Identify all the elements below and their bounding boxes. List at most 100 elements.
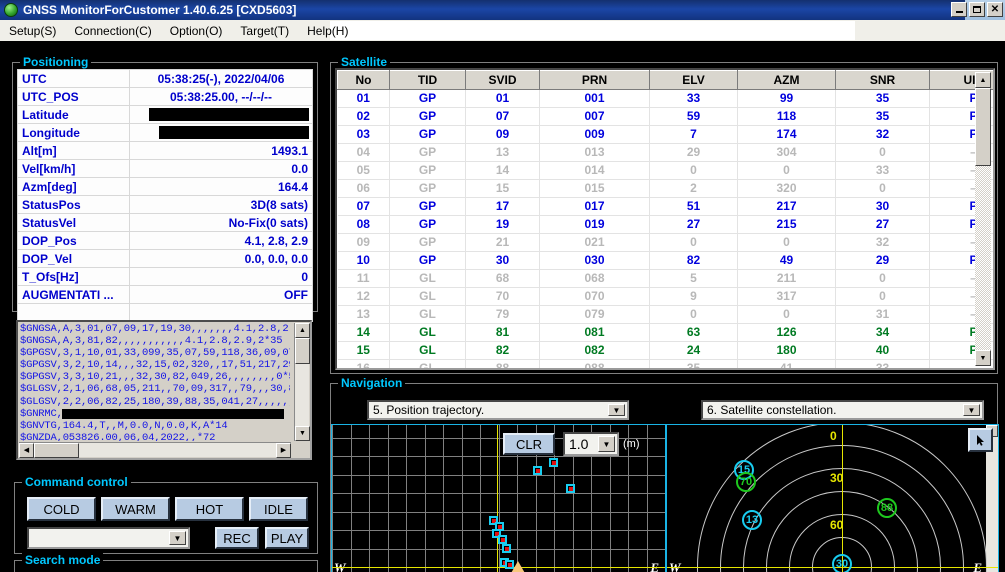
clr-button[interactable]: CLR — [503, 433, 555, 455]
nmea-log-line: $GNVTG,164.4,T,,M,0.0,N,0.0,K,A*14 — [20, 419, 228, 432]
table-row[interactable]: 13 GL 79 079 0 0 31– — [337, 305, 993, 324]
positioning-row: Latitude — [17, 105, 313, 124]
satellite-cell: 0 — [835, 179, 930, 198]
right-view-selector[interactable]: 6. Satellite constellation. ▼ — [701, 400, 984, 420]
positioning-row-value: 0 — [129, 267, 313, 286]
scroll-thumb-horizontal[interactable] — [34, 443, 79, 458]
elevation-label: 0 — [830, 429, 837, 443]
scroll-up-button[interactable]: ▲ — [975, 72, 991, 88]
satellite-cell: 35 — [649, 359, 738, 368]
table-row[interactable]: 11 GL 68 068 5 211 0– — [337, 269, 993, 288]
satellite-cell: 70 — [465, 287, 540, 306]
close-button[interactable]: ✕ — [987, 2, 1003, 17]
nmea-log-panel[interactable]: $GNGSA,A,3,01,07,09,17,19,30,,,,,,,4.1,2… — [16, 320, 312, 460]
table-row[interactable]: 06 GP 15 015 2 320 0– — [337, 179, 993, 198]
satellite-cell: 07 — [337, 197, 390, 216]
satellite-vertical-scrollbar[interactable]: ▲ ▼ — [975, 72, 991, 366]
nmea-log-text: $GNGSA,A,3,01,07,09,17,19,30,,,,,,,4.1,2… — [20, 323, 290, 441]
satellite-cell: 0 — [649, 305, 738, 324]
play-button[interactable]: PLAY — [265, 527, 309, 549]
scroll-down-button[interactable]: ▼ — [295, 426, 310, 441]
table-row[interactable]: 03 GP 09 009 7 174 32 P — [337, 125, 993, 144]
positioning-row — [17, 303, 313, 322]
scroll-thumb-vertical[interactable] — [295, 338, 310, 364]
table-row[interactable]: 04 GP 13 013 29 304 0– — [337, 143, 993, 162]
positioning-row: DOP_Pos 4.1, 2.8, 2.9 — [17, 231, 313, 250]
positioning-panel: Positioning UTC 05:38:25(-), 2022/04/06 UT… — [12, 55, 318, 322]
table-row[interactable]: 10 GP 30 030 82 49 29 P — [337, 251, 993, 270]
satellite-cell: 019 — [539, 215, 650, 234]
satellite-cell: 217 — [737, 197, 836, 216]
fix-point-center — [497, 524, 502, 529]
satellite-cell: GL — [389, 305, 466, 324]
menu-item-target[interactable]: Target(T) — [231, 22, 298, 40]
satellite-constellation-plot[interactable]: W E 0 30 60 15 70 13 88 30 — [666, 424, 999, 572]
command-combo[interactable]: ▼ — [27, 527, 190, 549]
satellite-cell: 0 — [737, 305, 836, 324]
menu-item-connection[interactable]: Connection(C) — [65, 22, 160, 40]
positioning-row-value — [129, 123, 313, 142]
chevron-down-icon[interactable]: ▼ — [963, 404, 980, 416]
table-row[interactable]: 16 GL 88 088 35 41 33– — [337, 359, 993, 368]
constellation-satellite-marker: 30 — [832, 554, 852, 572]
left-view-selector[interactable]: 5. Position trajectory. ▼ — [367, 400, 629, 420]
warm-start-button[interactable]: WARM — [101, 497, 170, 521]
maximize-button[interactable] — [969, 2, 985, 17]
satellite-column-header[interactable]: No — [337, 70, 390, 90]
positioning-row: DOP_Vel 0.0, 0.0, 0.0 — [17, 249, 313, 268]
satellite-cell: 0 — [835, 143, 930, 162]
table-row[interactable]: 09 GP 21 021 0 0 32– — [337, 233, 993, 252]
scroll-left-button[interactable]: ◀ — [19, 443, 34, 458]
table-row[interactable]: 01 GP 01 001 33 99 35 P — [337, 89, 993, 108]
hot-start-button[interactable]: HOT — [175, 497, 244, 521]
table-row[interactable]: 15 GL 82 082 24 180 40 P — [337, 341, 993, 360]
scroll-down-button[interactable]: ▼ — [975, 350, 991, 366]
satellite-cell: GP — [389, 197, 466, 216]
satellite-column-header[interactable]: PRN — [539, 70, 650, 90]
redaction-bar — [62, 408, 284, 419]
trajectory-fix-point — [533, 466, 542, 475]
idle-button[interactable]: IDLE — [249, 497, 308, 521]
table-row[interactable]: 14 GL 81 081 63 126 34 P — [337, 323, 993, 342]
positioning-row-value: No-Fix(0 sats) — [129, 213, 313, 232]
chevron-down-icon[interactable]: ▼ — [598, 436, 615, 452]
table-row[interactable]: 05 GP 14 014 0 0 33– — [337, 161, 993, 180]
chevron-down-icon[interactable]: ▼ — [169, 531, 186, 545]
satellite-column-header[interactable]: SVID — [465, 70, 540, 90]
cold-start-button[interactable]: COLD — [27, 497, 96, 521]
positioning-row-label: AUGMENTATI ... — [17, 285, 130, 304]
grid-line-horizontal — [332, 474, 665, 476]
pointer-tool-button[interactable] — [968, 428, 993, 452]
satellite-column-header[interactable]: ELV — [649, 70, 738, 90]
table-row[interactable]: 02 GP 07 007 59 118 35 P — [337, 107, 993, 126]
satellite-column-header[interactable]: SNR — [835, 70, 930, 90]
scroll-up-button[interactable]: ▲ — [295, 323, 310, 338]
scale-unit-label: (m) — [623, 438, 640, 450]
menu-item-option[interactable]: Option(O) — [161, 22, 232, 40]
satellite-cell: GP — [389, 215, 466, 234]
nmea-horizontal-scrollbar[interactable]: ◀ ▶ — [19, 442, 291, 458]
menu-item-setup[interactable]: Setup(S) — [0, 22, 65, 40]
rec-button[interactable]: REC — [215, 527, 259, 549]
satellite-cell: 51 — [649, 197, 738, 216]
command-control-group-label: Command control — [22, 475, 131, 489]
nmea-vertical-scrollbar[interactable]: ▲ ▼ — [294, 323, 310, 441]
table-row[interactable]: 12 GL 70 070 9 317 0– — [337, 287, 993, 306]
satellite-column-header[interactable]: TID — [389, 70, 466, 90]
minimize-button[interactable] — [951, 2, 967, 17]
positioning-row-label: StatusVel — [17, 213, 130, 232]
positioning-row-label: Latitude — [17, 105, 130, 124]
table-row[interactable]: 08 GP 19 019 27 215 27 P — [337, 215, 993, 234]
fix-point-center — [551, 460, 556, 465]
chevron-down-icon[interactable]: ▼ — [608, 404, 625, 416]
menu-item-help[interactable]: Help(H) — [298, 22, 357, 40]
satellite-column-header[interactable]: AZM — [737, 70, 836, 90]
scroll-right-button[interactable]: ▶ — [276, 443, 291, 458]
search-mode-group-label: Search mode — [22, 553, 104, 567]
table-row[interactable]: 07 GP 17 017 51 217 30 P — [337, 197, 993, 216]
scale-selector[interactable]: 1.0 ▼ — [563, 432, 619, 456]
positioning-row-label: Vel[km/h] — [17, 159, 130, 178]
scroll-thumb-vertical[interactable] — [975, 88, 991, 166]
satellite-cell: 41 — [737, 359, 836, 368]
satellite-cell: 215 — [737, 215, 836, 234]
